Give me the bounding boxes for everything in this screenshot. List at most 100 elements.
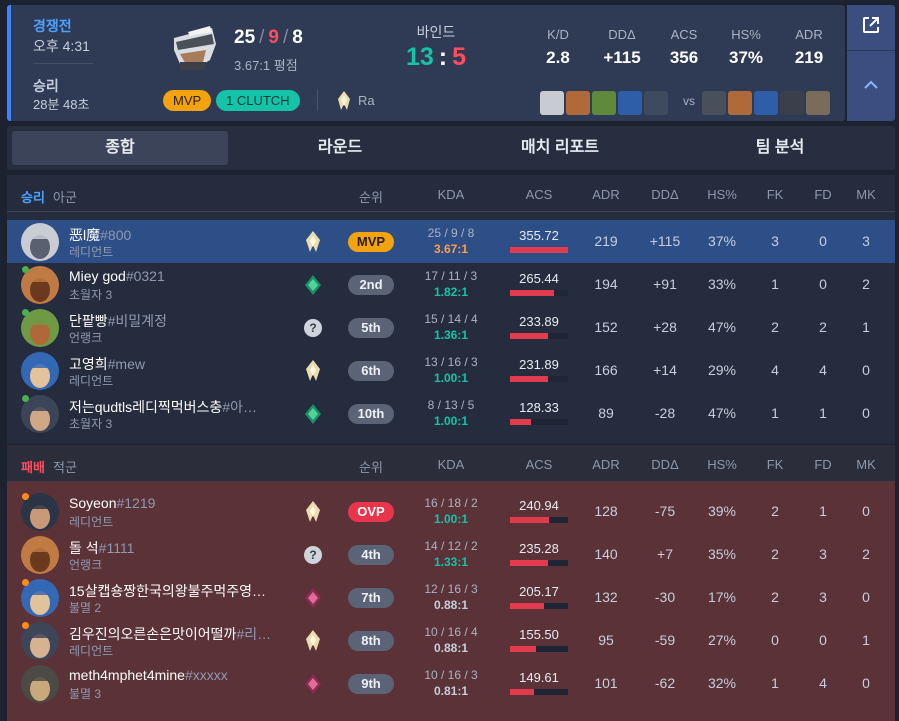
player-kda-ratio: 0.88:1 [433, 598, 469, 612]
player-dd: -30 [654, 589, 676, 605]
col-fk: FK [766, 187, 784, 202]
stat-label: DDΔ [608, 27, 636, 42]
player-rank-text: 초월자 3 [69, 288, 113, 302]
acs-bar-fill [510, 290, 554, 296]
player-name[interactable]: 돌 석#1111 [69, 538, 134, 558]
player-row[interactable]: Soyeon#1219 레디언트 OVP 16 / 18 / 2 1.00:1 240.9… [7, 490, 895, 533]
player-mk: 1 [862, 319, 870, 335]
acs-bar [510, 646, 568, 652]
stat-value: +115 [603, 48, 641, 67]
player-adr: 132 [594, 589, 618, 605]
acs-bar [510, 376, 568, 382]
collapse-button[interactable] [847, 51, 895, 121]
col-dd: DDΔ [651, 457, 679, 472]
score-separator: : [438, 43, 448, 71]
tab-match-report[interactable]: 매치 리포트 [452, 131, 668, 165]
radiant-icon [303, 359, 323, 383]
player-mk: 0 [862, 362, 870, 378]
player-row[interactable]: 15살캡숑짱한국의왕불주먹주영… 불멸 2 7th 12 / 16 / 3 0.88:1… [7, 576, 895, 619]
position-badge: 4th [348, 545, 394, 565]
team-section-loss: 패배 적군 순위 KDA ACS ADR DDΔ HS% FK FD MK So… [7, 445, 895, 721]
player-acs: 265.44 [519, 271, 559, 286]
col-mk: MK [856, 457, 876, 472]
agent-mini-icon [806, 91, 830, 115]
table-header: 승리 아군 순위 KDA ACS ADR DDΔ HS% FK FD MK [7, 175, 895, 212]
player-kda: 15 / 14 / 4 [424, 312, 478, 326]
col-kda: KDA [437, 457, 465, 472]
tab-overview[interactable]: 종합 [12, 131, 228, 165]
match-summary-card[interactable]: 경쟁전 오후 4:31 승리 28분 48초 25/9/8 3.67:1 평점 … [7, 5, 845, 121]
player-row[interactable]: Miey god#0321 초월자 3 2nd 17 / 11 / 3 1.82:1 26… [7, 263, 895, 306]
player-fd: 0 [819, 276, 827, 292]
acs-bar-fill [510, 603, 544, 609]
agent-mini-icon [702, 91, 726, 115]
player-row[interactable]: 恶l魔#800 레디언트 MVP 25 / 9 / 8 3.67:1 355.72 219 +… [7, 220, 895, 263]
match-time: 오후 4:31 [33, 38, 90, 54]
player-kda: 14 / 12 / 2 [424, 539, 478, 553]
player-adr: 101 [594, 675, 618, 691]
kills: 25 [234, 27, 256, 48]
player-acs: 240.94 [519, 498, 559, 513]
col-rank: 순위 [359, 190, 383, 205]
player-name[interactable]: Miey god#0321 [69, 268, 165, 284]
acs-bar [510, 247, 568, 253]
player-fk: 2 [771, 546, 779, 562]
player-name[interactable]: 단팥빵#비밀계정 [69, 311, 167, 331]
player-rank-text: 언랭크 [69, 331, 103, 345]
player-fk: 2 [771, 503, 779, 519]
agent-mini-icon [644, 91, 668, 115]
unranked-icon: ? [303, 543, 323, 567]
tab-rounds[interactable]: 라운드 [232, 131, 448, 165]
player-name[interactable]: Soyeon#1219 [69, 495, 155, 511]
player-name-text: Soyeon [69, 495, 117, 511]
summary-actions [847, 5, 895, 121]
player-name[interactable]: 김우진의오른손은맛이어떨까#리… [69, 624, 271, 644]
tab-bar: 종합 라운드 매치 리포트 팀 분석 [7, 126, 895, 170]
acs-bar-fill [510, 560, 549, 566]
player-hs: 47% [707, 405, 737, 421]
player-fd: 4 [819, 675, 827, 691]
mvp-badge: MVP [163, 90, 212, 111]
player-name[interactable]: 고영희#mew [69, 354, 145, 374]
stat-acs: ACS 356 [654, 27, 714, 68]
svg-text:?: ? [309, 321, 316, 335]
player-row[interactable]: 돌 석#1111 언랭크? 4th 14 / 12 / 2 1.33:1 235.28 14… [7, 533, 895, 576]
player-kda: 25/9/8 [234, 27, 303, 48]
share-button[interactable] [847, 5, 895, 51]
agent-mini-icon [566, 91, 590, 115]
player-acs: 355.72 [519, 228, 559, 243]
stat-dd: DDΔ +115 [592, 27, 652, 68]
acs-bar-fill [510, 376, 548, 382]
player-row[interactable]: 고영희#mew 레디언트 6th 13 / 16 / 3 1.00:1 231.89 166… [7, 349, 895, 392]
tab-team-analysis[interactable]: 팀 분석 [672, 131, 888, 165]
player-kda-ratio: 0.81:1 [433, 684, 469, 698]
player-name-text: 김우진의오른손은맛이어떨까 [69, 626, 237, 642]
player-row[interactable]: 저는qudtls레디찍먹버스충#아… 초월자 3 10th 8 / 13 / 5 1.0… [7, 392, 895, 435]
player-tag: #0321 [125, 268, 165, 284]
player-row[interactable]: 김우진의오른손은맛이어떨까#리… 레디언트 8th 10 / 16 / 4 0.88:1… [7, 619, 895, 662]
player-fd: 3 [819, 546, 827, 562]
player-row[interactable]: 단팥빵#비밀계정 언랭크? 5th 15 / 14 / 4 1.36:1 233.89 15… [7, 306, 895, 349]
player-adr: 166 [594, 362, 618, 378]
player-kda-ratio: 1.33:1 [433, 555, 469, 569]
player-name[interactable]: 15살캡숑짱한국의왕불주먹주영… [69, 581, 266, 601]
score-ours: 13 [405, 43, 434, 71]
player-name[interactable]: 저는qudtls레디찍먹버스충#아… [69, 397, 257, 417]
col-hs: HS% [707, 187, 737, 202]
player-adr: 194 [594, 276, 618, 292]
agent-mini-icon [728, 91, 752, 115]
stat-value: 219 [794, 48, 824, 67]
status-dot [22, 493, 29, 500]
position-badge: 10th [348, 404, 394, 424]
player-kda-ratio: 1.00:1 [433, 512, 469, 526]
acs-bar [510, 290, 568, 296]
player-fd: 3 [819, 589, 827, 605]
position-badge: MVP [348, 232, 394, 252]
player-name[interactable]: meth4mphet4mine#xxxxx [69, 667, 228, 683]
team-result-label: 승리 [21, 190, 45, 205]
player-dd: -62 [654, 675, 676, 691]
player-kda: 10 / 16 / 4 [424, 625, 478, 639]
player-acs: 149.61 [519, 670, 559, 685]
player-name[interactable]: 恶l魔#800 [69, 225, 131, 245]
player-row[interactable]: meth4mphet4mine#xxxxx 불멸 3 9th 10 / 16 / 3 0… [7, 662, 895, 705]
